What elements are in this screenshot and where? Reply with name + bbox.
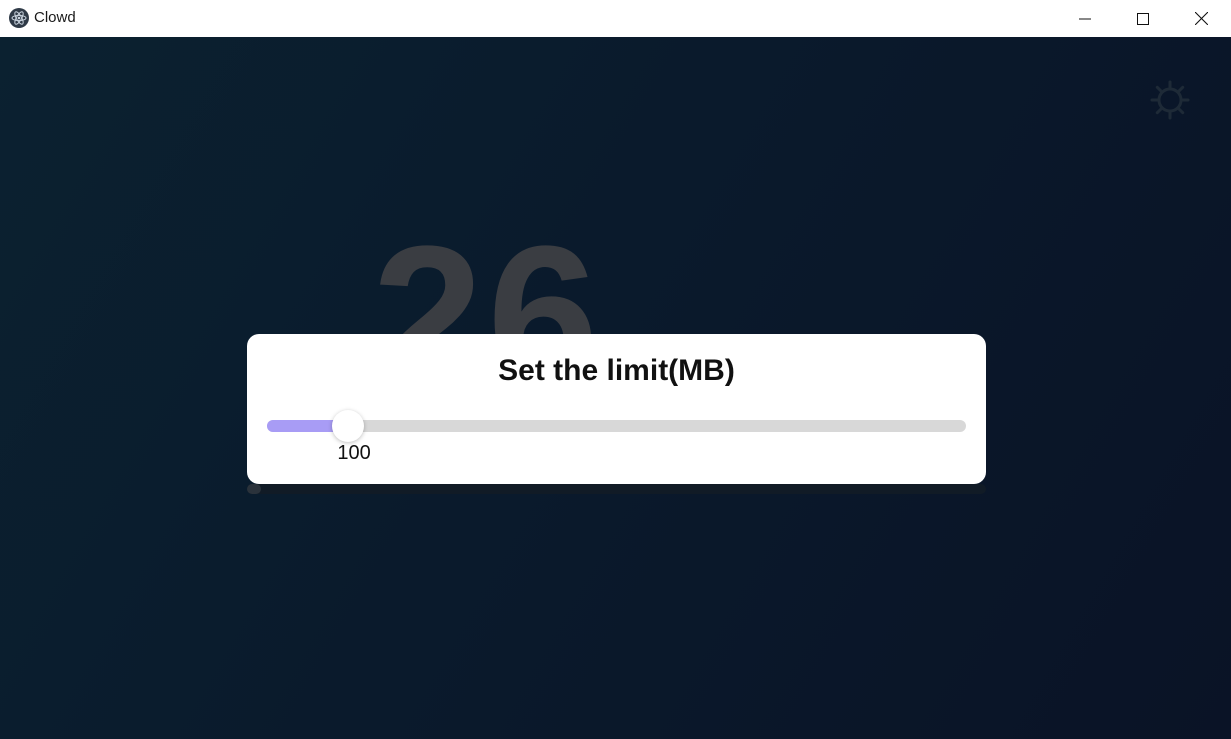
minimize-icon [1079, 18, 1091, 19]
background-progress-indicator [247, 484, 261, 494]
limit-slider[interactable] [267, 410, 966, 442]
electron-atom-icon [9, 8, 29, 28]
minimize-button[interactable] [1056, 0, 1114, 37]
slider-value-label: 100 [337, 442, 371, 464]
limit-modal: Set the limit(MB) 100 [247, 334, 986, 484]
background-progress-bar [247, 484, 986, 494]
close-button[interactable] [1172, 0, 1230, 37]
close-icon [1194, 12, 1208, 25]
maximize-button[interactable] [1114, 0, 1172, 37]
window-title: Clowd [34, 9, 76, 26]
title-bar[interactable]: Clowd [0, 0, 1231, 37]
modal-title: Set the limit(MB) [498, 354, 735, 387]
app-window: Clowd 26 Set the limit(MB) 100 [0, 0, 1231, 739]
maximize-icon [1137, 12, 1149, 25]
gear-icon[interactable] [1150, 80, 1190, 120]
slider-thumb[interactable] [332, 410, 365, 442]
